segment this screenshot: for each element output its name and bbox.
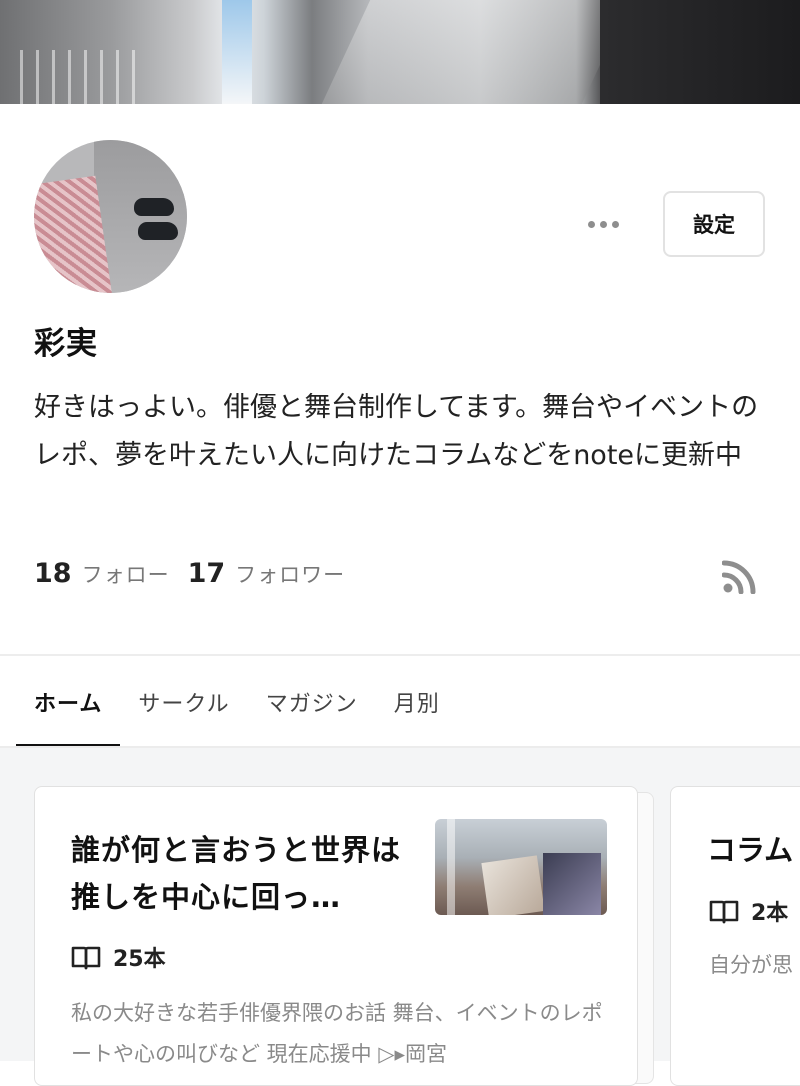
following-label[interactable]: フォロー xyxy=(82,559,170,589)
profile-tabs: ホーム サークル マガジン 月別 xyxy=(16,670,458,748)
follow-stats: 18 フォロー 17 フォロワー xyxy=(34,558,363,598)
magazine-card[interactable]: 誰が何と言おうと世界は推しを中心に回っ… 25本 私の大好きな若手俳優界隈のお話… xyxy=(34,786,638,1086)
magazine-title[interactable]: 誰が何と言おうと世界は推しを中心に回っ… xyxy=(71,827,401,921)
book-icon xyxy=(709,900,739,924)
rss-icon[interactable] xyxy=(722,560,756,594)
more-options-button[interactable] xyxy=(582,212,624,236)
user-name: 彩実 xyxy=(34,326,98,362)
magazine-card[interactable]: コラム 2本 自分が思 xyxy=(670,786,800,1086)
magazine-thumbnail[interactable] xyxy=(435,819,607,915)
article-count-label: 2本 xyxy=(751,901,789,926)
magazine-description: 自分が思 xyxy=(709,953,793,977)
followers-label[interactable]: フォロワー xyxy=(235,559,345,589)
article-count-label: 25本 xyxy=(113,947,166,972)
followers-count[interactable]: 17 xyxy=(188,558,226,589)
magazine-title[interactable]: コラム xyxy=(707,827,793,874)
tab-monthly[interactable]: 月別 xyxy=(376,670,458,734)
ellipsis-icon xyxy=(587,220,595,228)
tab-home[interactable]: ホーム xyxy=(16,670,121,748)
profile-bio: 好きはっよい。俳優と舞台制作してます。舞台やイベントのレポ、夢を叶えたい人に向け… xyxy=(34,392,759,471)
tab-circle[interactable]: サークル xyxy=(120,670,247,734)
magazine-description: 私の大好きな若手俳優界隈のお話 舞台、イベントのレポートや心の叫びなど 現在応援… xyxy=(71,1001,603,1066)
settings-button[interactable]: 設定 xyxy=(663,191,765,257)
header-image xyxy=(0,0,800,104)
article-count: 25本 xyxy=(71,937,166,977)
avatar[interactable] xyxy=(34,140,187,293)
book-icon xyxy=(71,946,101,970)
article-count: 2本 xyxy=(709,891,788,931)
tab-magazine[interactable]: マガジン xyxy=(248,670,376,734)
divider xyxy=(0,654,800,656)
following-count[interactable]: 18 xyxy=(34,558,72,589)
